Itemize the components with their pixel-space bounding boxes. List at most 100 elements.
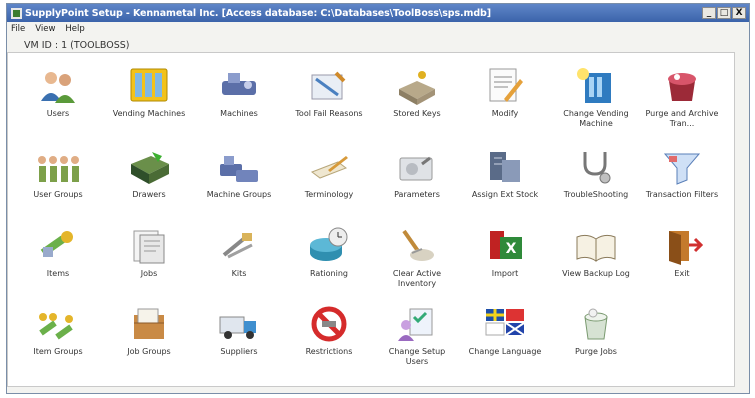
minimize-button[interactable]: _ — [702, 7, 716, 19]
tile-label: Jobs — [140, 269, 158, 278]
vending-machines-icon — [130, 68, 168, 102]
item-groups-icon — [39, 313, 73, 340]
title-bar[interactable]: SupplyPoint Setup - Kennametal Inc. [Acc… — [7, 4, 749, 22]
user-groups-icon — [38, 156, 79, 182]
tile-tool-fail-reasons[interactable]: Tool Fail Reasons — [289, 65, 369, 119]
job-groups-icon — [134, 308, 164, 339]
machine-groups-icon — [220, 156, 258, 182]
tile-label: Kits — [231, 269, 247, 278]
change-setup-users-icon — [398, 308, 433, 341]
tile-view-backup-log[interactable]: View Backup Log — [556, 225, 636, 279]
tile-item-groups[interactable]: Item Groups — [18, 303, 98, 357]
tile-label: Suppliers — [220, 347, 258, 356]
tile-clear-active-inventory[interactable]: Clear Active Inventory — [377, 225, 457, 288]
tile-label: Machine Groups — [206, 190, 272, 199]
tile-parameters[interactable]: Parameters — [377, 146, 457, 200]
import-excel-icon: X — [490, 231, 522, 259]
restrictions-icon — [311, 306, 347, 342]
tile-change-setup-users[interactable]: Change Setup Users — [377, 303, 457, 366]
tile-modify[interactable]: Modify — [465, 65, 545, 119]
tile-label: Change Vending Machine — [563, 109, 629, 128]
tile-vending-machines[interactable]: Vending Machines — [109, 65, 189, 119]
tile-machines[interactable]: Machines — [199, 65, 279, 119]
menu-help[interactable]: Help — [65, 24, 84, 34]
tile-label: User Groups — [33, 190, 83, 199]
tile-drawers[interactable]: Drawers — [109, 146, 189, 200]
purge-jobs-icon — [584, 308, 608, 340]
tile-assign-ext-stock[interactable]: Assign Ext Stock — [465, 146, 545, 200]
terminology-icon — [310, 156, 348, 179]
backup-log-book-icon — [576, 234, 616, 262]
window-title: SupplyPoint Setup - Kennametal Inc. [Acc… — [25, 7, 491, 19]
tile-jobs[interactable]: Jobs — [109, 225, 189, 279]
tile-label: Items — [46, 269, 70, 278]
tile-purge-and-archive-tran[interactable]: Purge and Archive Tran... — [642, 65, 722, 128]
tile-label: Job Groups — [127, 347, 171, 356]
svg-text:X: X — [506, 241, 517, 257]
tile-import[interactable]: X Import — [465, 225, 545, 279]
tile-change-vending-machine[interactable]: Change Vending Machine — [556, 65, 636, 128]
tile-transaction-filters[interactable]: Transaction Filters — [642, 146, 722, 200]
menu-view[interactable]: View — [35, 24, 55, 34]
tile-label: Drawers — [132, 190, 166, 199]
tile-label: View Backup Log — [562, 269, 630, 278]
tile-label: Transaction Filters — [645, 190, 719, 199]
tile-items[interactable]: Items — [18, 225, 98, 279]
tile-label: Terminology — [304, 190, 354, 199]
change-vending-machine-icon — [577, 68, 611, 103]
maximize-button[interactable]: □ — [717, 7, 731, 19]
tile-label: Purge and Archive Tran... — [645, 109, 719, 128]
tile-label: TroubleShooting — [563, 190, 629, 199]
tile-restrictions[interactable]: Restrictions — [289, 303, 369, 357]
tile-label: Users — [46, 109, 70, 118]
stored-keys-icon — [399, 71, 435, 105]
tile-kits[interactable]: Kits — [199, 225, 279, 279]
tile-label: Exit — [674, 269, 690, 278]
parameters-icon — [399, 156, 433, 181]
items-icon — [40, 231, 73, 257]
tile-job-groups[interactable]: Job Groups — [109, 303, 189, 357]
tile-label: Purge Jobs — [575, 347, 617, 356]
tile-label: Clear Active Inventory — [392, 269, 442, 288]
suppliers-truck-icon — [219, 316, 256, 339]
modify-icon — [489, 68, 523, 102]
tile-label: Machines — [220, 109, 258, 118]
tile-rationing[interactable]: Rationing — [289, 225, 369, 279]
tile-label: Change Language — [468, 347, 542, 356]
transaction-filters-icon — [663, 153, 701, 185]
tile-troubleshooting[interactable]: TroubleShooting — [556, 146, 636, 200]
users-icon — [41, 72, 75, 103]
tile-stored-keys[interactable]: Stored Keys — [377, 65, 457, 119]
jobs-icon — [133, 230, 165, 264]
tile-label: Vending Machines — [112, 109, 186, 118]
tile-label: Stored Keys — [393, 109, 441, 118]
tile-label: Item Groups — [33, 347, 83, 356]
flags-icon — [485, 309, 525, 336]
tile-user-groups[interactable]: User Groups — [18, 146, 98, 200]
tile-purge-jobs[interactable]: Purge Jobs — [556, 303, 636, 357]
stethoscope-icon — [583, 152, 611, 184]
drawers-icon — [131, 152, 169, 184]
tile-machine-groups[interactable]: Machine Groups — [199, 146, 279, 200]
purge-archive-icon — [668, 73, 696, 101]
menu-file[interactable]: File — [11, 24, 25, 34]
close-button[interactable]: X — [732, 7, 746, 19]
tile-change-language[interactable]: Change Language — [465, 303, 545, 357]
exit-door-icon — [669, 231, 704, 265]
clear-inventory-icon — [402, 229, 434, 261]
tile-users[interactable]: Users — [18, 65, 98, 119]
kits-icon — [222, 233, 253, 259]
tile-suppliers[interactable]: Suppliers — [199, 303, 279, 357]
tile-label: Restrictions — [305, 347, 353, 356]
tile-label: Modify — [491, 109, 519, 118]
app-icon — [11, 7, 22, 19]
tile-label: Change Setup Users — [388, 347, 446, 366]
tile-label: Rationing — [310, 269, 348, 278]
tile-exit[interactable]: Exit — [642, 225, 722, 279]
rationing-icon — [310, 227, 348, 261]
menu-bar: File View Help — [7, 22, 749, 35]
tile-label: Import — [491, 269, 519, 278]
tile-label: Parameters — [394, 190, 440, 199]
assign-ext-stock-icon — [490, 152, 520, 182]
tile-terminology[interactable]: Terminology — [289, 146, 369, 200]
